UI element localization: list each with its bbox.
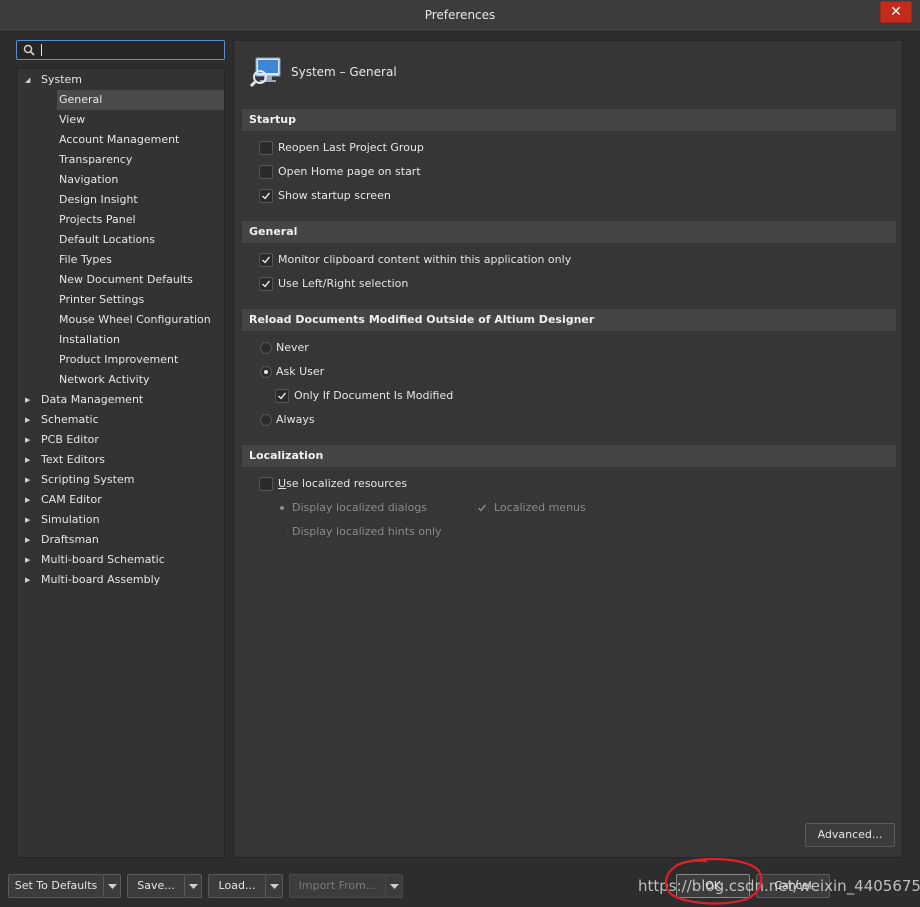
collapsed-triangle-icon: ▶ <box>25 556 31 564</box>
checkbox-box <box>259 165 273 179</box>
tree-item-scripting-system[interactable]: ▶ Scripting System <box>19 470 224 490</box>
save-dropdown[interactable] <box>184 874 202 898</box>
tree-item-projects-panel[interactable]: Projects Panel <box>57 210 224 230</box>
collapsed-triangle-icon: ▶ <box>25 456 31 464</box>
import-from-dropdown[interactable] <box>385 874 403 898</box>
tree-item-printer-settings[interactable]: Printer Settings <box>57 290 224 310</box>
close-button[interactable]: ✕ <box>880 1 912 23</box>
tree-item-transparency[interactable]: Transparency <box>57 150 224 170</box>
tree-item-installation[interactable]: Installation <box>57 330 224 350</box>
checkmark-icon <box>262 192 271 200</box>
system-general-icon <box>250 57 281 87</box>
tree-item-multi-board-assembly[interactable]: ▶ Multi-board Assembly <box>19 570 224 590</box>
section-reload-documents: Reload Documents Modified Outside of Alt… <box>242 309 896 331</box>
tree-item-text-editors[interactable]: ▶ Text Editors <box>19 450 224 470</box>
text-caret <box>41 44 42 56</box>
tree-item-simulation[interactable]: ▶ Simulation <box>19 510 224 530</box>
section-localization: Localization <box>242 445 896 467</box>
tree-item-draftsman[interactable]: ▶ Draftsman <box>19 530 224 550</box>
checkbox-box <box>259 141 273 155</box>
tree-item-account-management[interactable]: Account Management <box>57 130 224 150</box>
checkmark-icon <box>278 392 287 400</box>
section-general: General <box>242 221 896 243</box>
panel-title: System – General <box>291 65 397 79</box>
tree-item-design-insight[interactable]: Design Insight <box>57 190 224 210</box>
radio-circle <box>260 342 272 354</box>
chevron-down-icon <box>189 884 198 889</box>
tree-item-schematic[interactable]: ▶ Schematic <box>19 410 224 430</box>
expanded-triangle-icon: ◢ <box>25 76 31 84</box>
collapsed-triangle-icon: ▶ <box>25 516 31 524</box>
chevron-down-icon <box>270 884 279 889</box>
advanced-button[interactable]: Advanced... <box>805 823 895 847</box>
tree-item-pcb-editor[interactable]: ▶ PCB Editor <box>19 430 224 450</box>
collapsed-triangle-icon: ▶ <box>25 576 31 584</box>
checkbox-box <box>259 253 273 267</box>
checkbox-box <box>475 501 489 515</box>
search-input[interactable] <box>39 42 219 58</box>
import-from-button[interactable]: Import From... <box>289 874 386 898</box>
checkbox-box <box>275 389 289 403</box>
radio-circle <box>276 502 288 514</box>
category-tree[interactable]: ◢ System General View Account Management Tr… <box>16 68 225 858</box>
radio-circle <box>260 366 272 378</box>
tree-item-product-improvement[interactable]: Product Improvement <box>57 350 224 370</box>
search-box[interactable] <box>16 40 225 60</box>
tree-item-data-management[interactable]: ▶ Data Management <box>19 390 224 410</box>
collapsed-triangle-icon: ▶ <box>25 436 31 444</box>
set-to-defaults-button[interactable]: Set To Defaults <box>8 874 104 898</box>
tree-item-navigation[interactable]: Navigation <box>57 170 224 190</box>
radio-circle <box>260 414 272 426</box>
tree-item-network-activity[interactable]: Network Activity <box>57 370 224 390</box>
search-icon <box>23 44 35 56</box>
collapsed-triangle-icon: ▶ <box>25 476 31 484</box>
annotation-circle-icon <box>664 857 763 905</box>
collapsed-triangle-icon: ▶ <box>25 396 31 404</box>
load-dropdown[interactable] <box>265 874 283 898</box>
tree-item-multi-board-schematic[interactable]: ▶ Multi-board Schematic <box>19 550 224 570</box>
tree-item-mouse-wheel-configuration[interactable]: Mouse Wheel Configuration <box>57 310 224 330</box>
collapsed-triangle-icon: ▶ <box>25 496 31 504</box>
checkbox-box <box>259 277 273 291</box>
tree-item-system[interactable]: ◢ System <box>19 70 224 90</box>
tree-item-file-types[interactable]: File Types <box>57 250 224 270</box>
chevron-down-icon <box>390 884 399 889</box>
collapsed-triangle-icon: ▶ <box>25 536 31 544</box>
checkbox-box <box>259 189 273 203</box>
tree-item-general[interactable]: General <box>57 90 224 110</box>
window-title: Preferences <box>424 8 496 22</box>
checkmark-icon <box>478 504 487 512</box>
chevron-down-icon <box>108 884 117 889</box>
checkmark-icon <box>262 256 271 264</box>
section-startup: Startup <box>242 109 896 131</box>
tree-item-cam-editor[interactable]: ▶ CAM Editor <box>19 490 224 510</box>
checkbox-box <box>259 477 273 491</box>
save-button[interactable]: Save... <box>127 874 185 898</box>
checkmark-icon <box>262 280 271 288</box>
set-to-defaults-dropdown[interactable] <box>103 874 121 898</box>
tree-item-default-locations[interactable]: Default Locations <box>57 230 224 250</box>
settings-panel: System – General Startup Reopen Last Pro… <box>233 40 903 858</box>
collapsed-triangle-icon: ▶ <box>25 416 31 424</box>
load-button[interactable]: Load... <box>208 874 266 898</box>
tree-item-new-document-defaults[interactable]: New Document Defaults <box>57 270 224 290</box>
tree-item-view[interactable]: View <box>57 110 224 130</box>
radio-circle <box>276 526 288 538</box>
title-bar: Preferences ✕ <box>0 0 920 32</box>
